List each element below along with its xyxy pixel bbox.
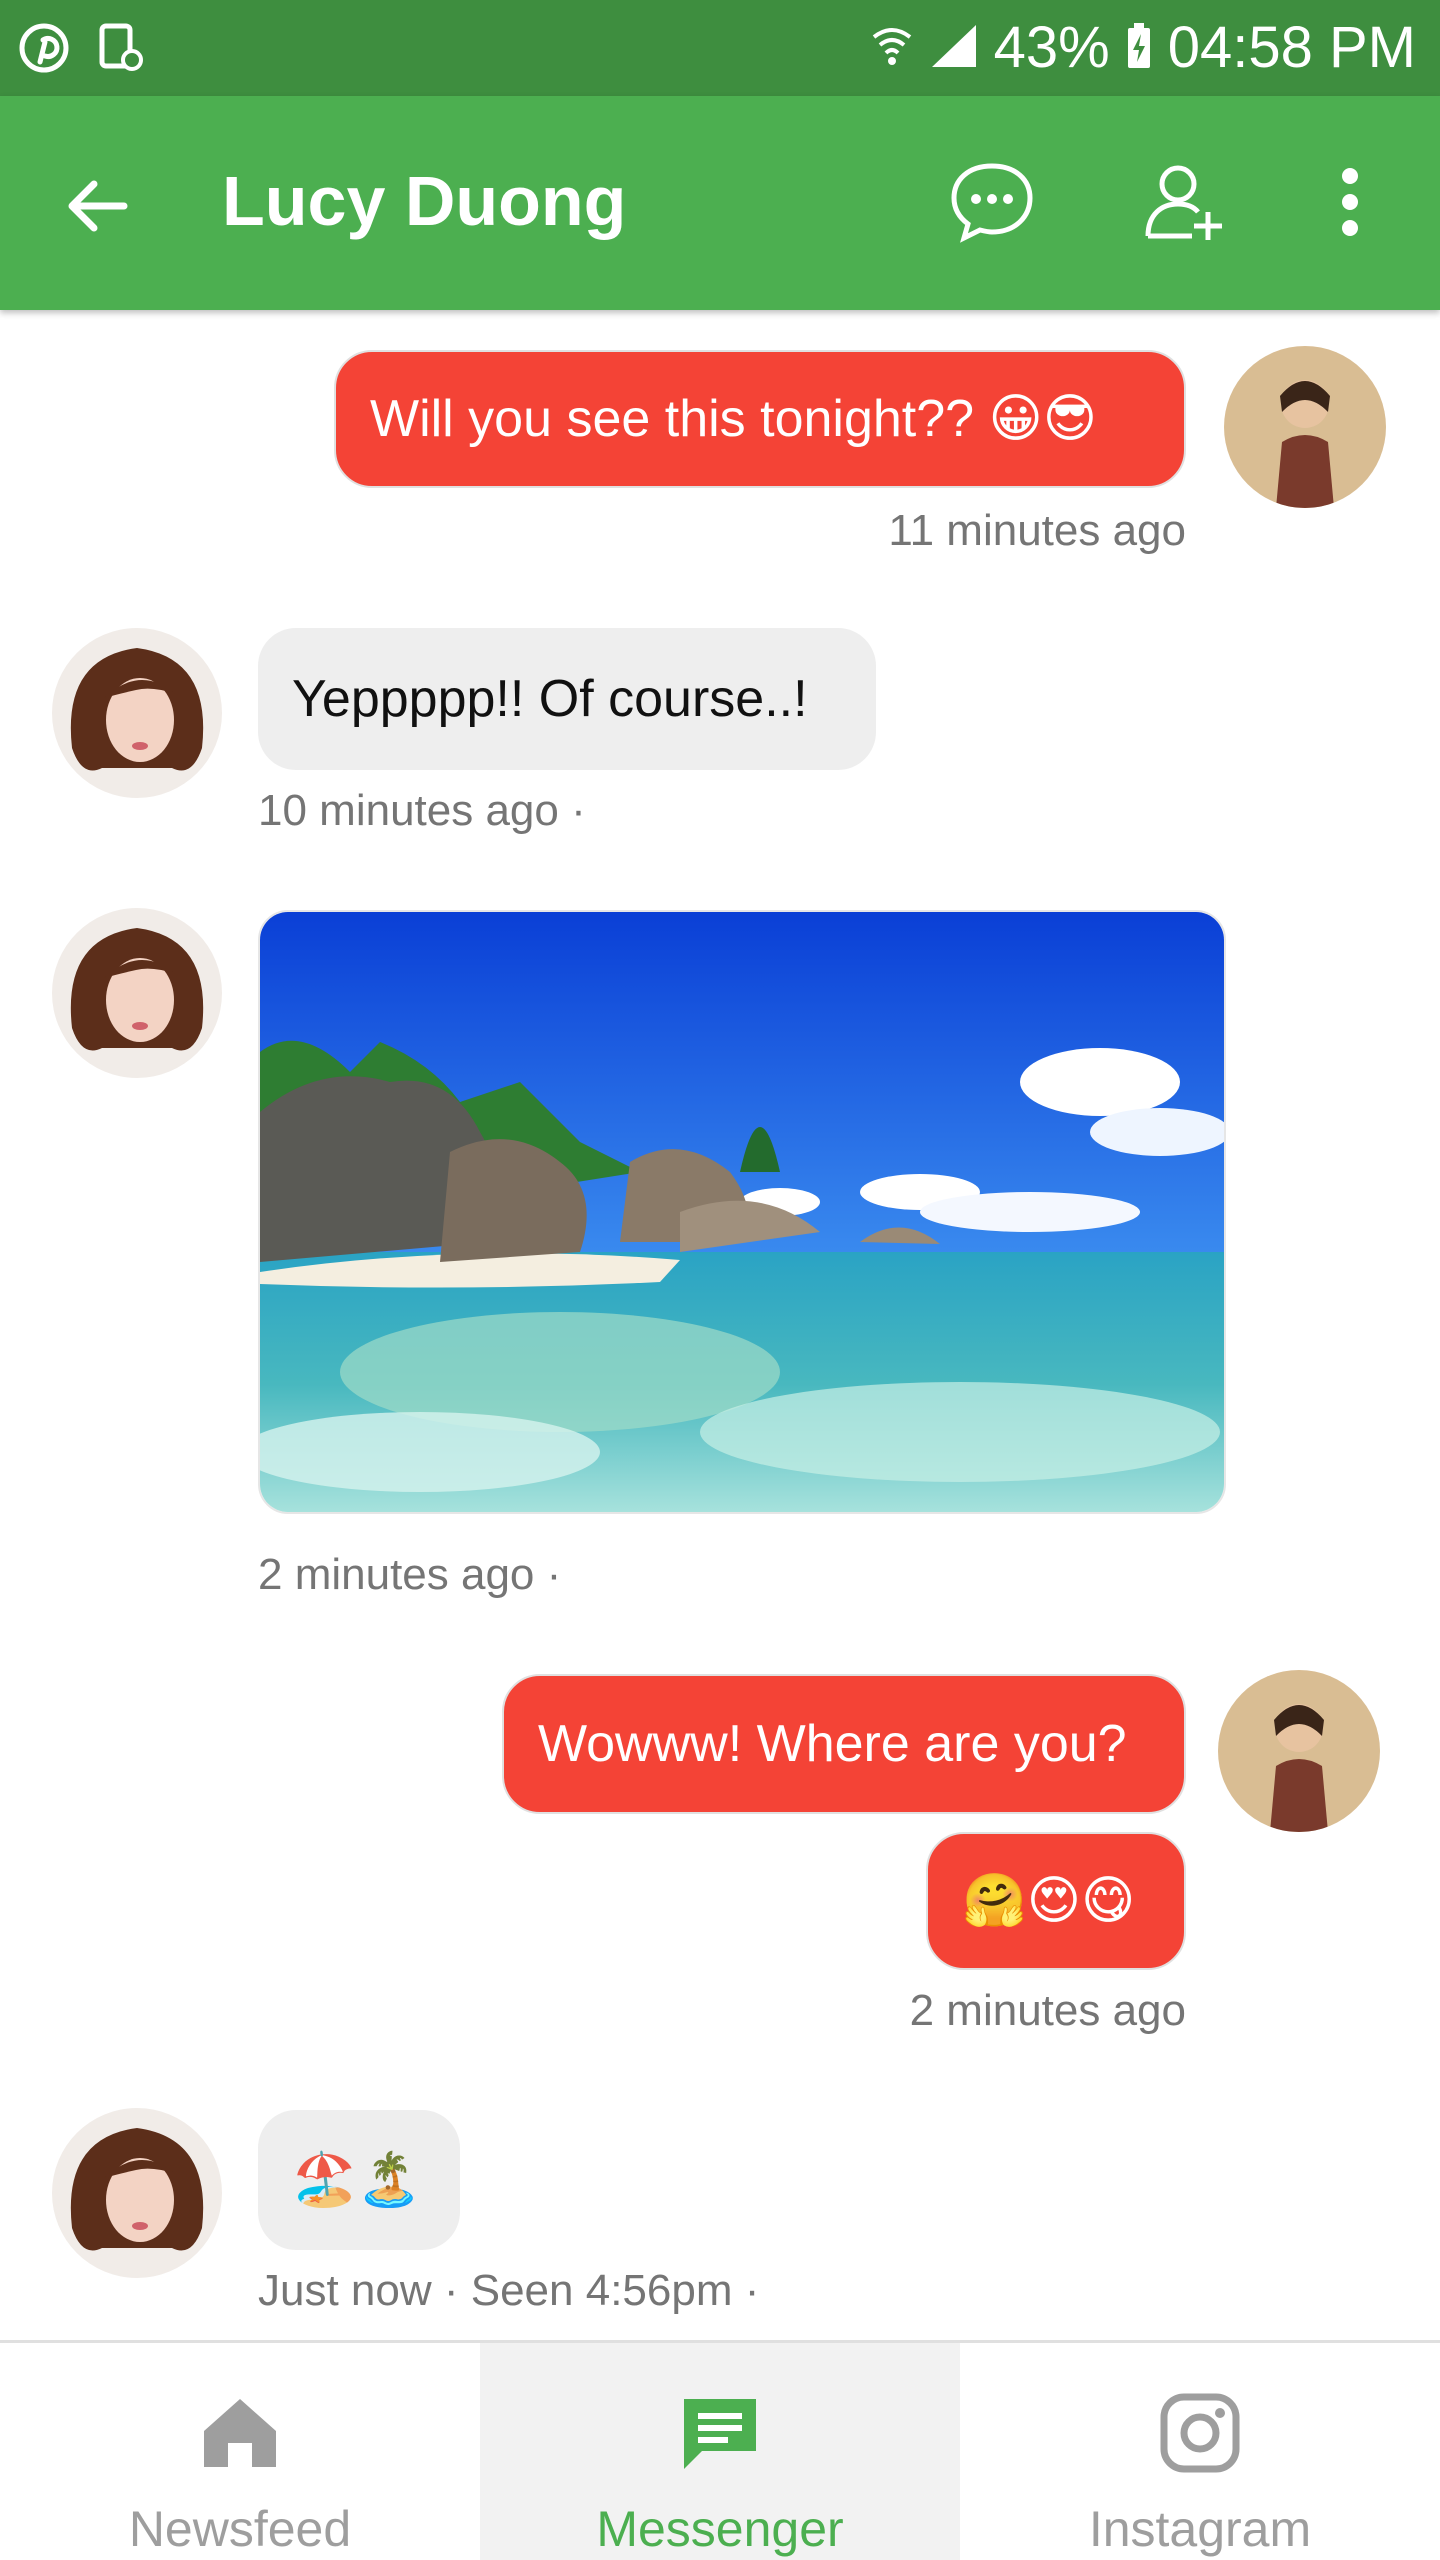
clock: 04:58 PM bbox=[1167, 15, 1416, 80]
chat-bubble-icon[interactable] bbox=[944, 154, 1040, 250]
message-bubble-sent[interactable]: 🤗😍😋 bbox=[926, 1832, 1186, 1970]
app-bar: Lucy Duong bbox=[0, 96, 1440, 310]
wifi-icon bbox=[870, 21, 914, 76]
avatar-lucy[interactable] bbox=[52, 2108, 222, 2278]
avatar-lucy[interactable] bbox=[52, 908, 222, 1078]
message-text: 🤗😍😋 bbox=[962, 1872, 1136, 1930]
message-bubble-received[interactable]: 🏖️🏝️ bbox=[258, 2110, 460, 2250]
nav-label: Newsfeed bbox=[128, 2501, 352, 2557]
message-text: 🏖️🏝️ bbox=[292, 2151, 422, 2209]
more-vert-icon[interactable] bbox=[1302, 154, 1398, 250]
message-timestamp: 10 minutes ago · bbox=[258, 786, 586, 835]
message-text: Will you see this tonight?? 😀😎 bbox=[370, 390, 1097, 448]
message-icon bbox=[672, 2385, 768, 2481]
nav-messenger[interactable]: Messenger bbox=[480, 2343, 960, 2560]
message-timestamp: 2 minutes ago · bbox=[258, 1550, 562, 1599]
status-bar: 43% 04:58 PM bbox=[0, 0, 1440, 96]
message-bubble-received[interactable]: Yeppppp!! Of course..! bbox=[258, 628, 876, 770]
message-timestamp: 2 minutes ago bbox=[909, 1986, 1186, 2035]
message-bubble-sent[interactable]: Wowww! Where are you? bbox=[502, 1674, 1186, 1814]
messenger-screen: 43% 04:58 PM Lucy Duong Will you see thi… bbox=[0, 0, 1440, 2560]
nav-label: Messenger bbox=[596, 2501, 844, 2557]
conversation-title: Lucy Duong bbox=[222, 162, 627, 240]
battery-charging-icon bbox=[1124, 20, 1154, 77]
instagram-icon bbox=[1152, 2385, 1248, 2481]
battery-percent: 43% bbox=[993, 15, 1110, 80]
message-timestamp: 11 minutes ago bbox=[888, 506, 1186, 555]
bottom-navigation: Newsfeed Messenger Instagram bbox=[0, 2340, 1440, 2560]
message-bubble-sent[interactable]: Will you see this tonight?? 😀😎 bbox=[334, 350, 1186, 488]
shared-beach-photo[interactable] bbox=[258, 910, 1226, 1514]
avatar-me[interactable] bbox=[1224, 346, 1386, 508]
home-icon bbox=[192, 2385, 288, 2481]
nav-label: Instagram bbox=[1088, 2501, 1312, 2557]
avatar-me[interactable] bbox=[1218, 1670, 1380, 1832]
signal-icon bbox=[928, 21, 980, 76]
nav-newsfeed[interactable]: Newsfeed bbox=[0, 2343, 480, 2560]
nav-instagram[interactable]: Instagram bbox=[960, 2343, 1440, 2560]
add-user-icon[interactable] bbox=[1136, 154, 1232, 250]
message-read-status: Just now · Seen 4:56pm · bbox=[258, 2266, 760, 2315]
back-arrow-icon[interactable] bbox=[58, 166, 138, 246]
message-text: Yeppppp!! Of course..! bbox=[292, 670, 808, 728]
pinterest-icon bbox=[18, 22, 70, 79]
avatar-lucy[interactable] bbox=[52, 628, 222, 798]
message-text: Wowww! Where are you? bbox=[538, 1715, 1127, 1773]
phone-doc-icon bbox=[94, 22, 146, 79]
